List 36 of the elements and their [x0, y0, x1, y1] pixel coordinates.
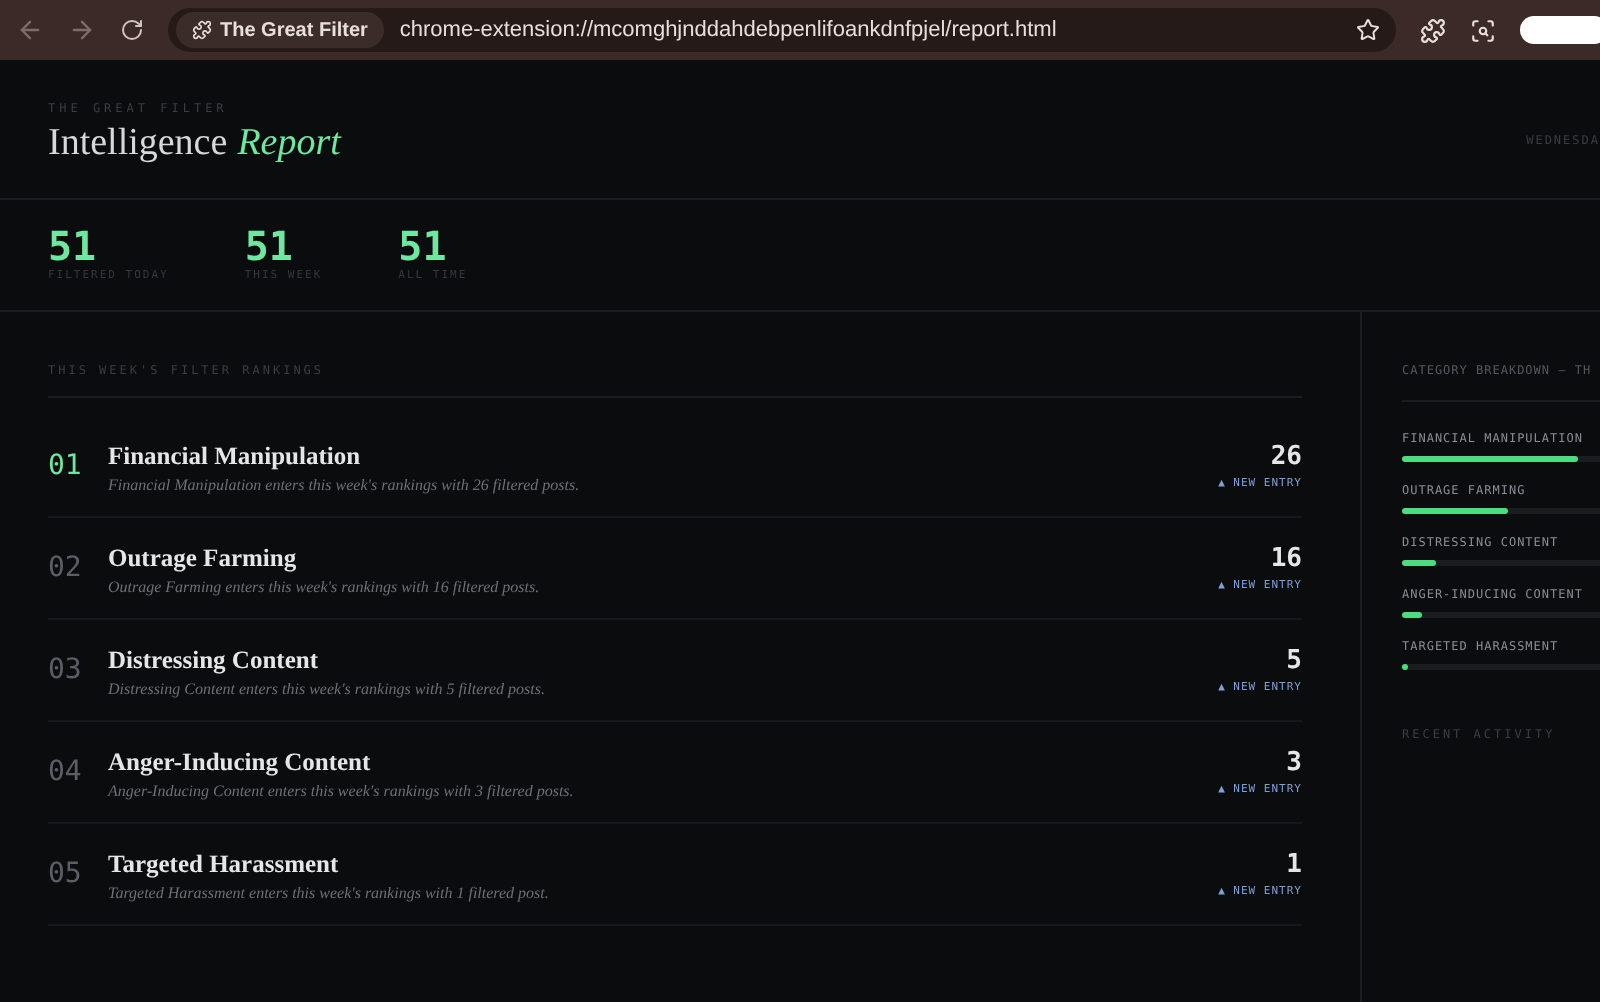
- category-description: Targeted Harassment enters this week's rankings with 1 filtered post.: [108, 882, 551, 906]
- category-description: Outrage Farming enters this week's rankings with 16 filtered posts.: [108, 576, 542, 600]
- stat-value: 51: [398, 224, 449, 268]
- category-name: Financial Manipulation: [108, 442, 363, 472]
- filtered-count: 16: [1270, 544, 1302, 574]
- reload-icon[interactable]: [120, 18, 144, 42]
- category-description: Financial Manipulation enters this week's rankings with 26 filtered posts.: [108, 474, 582, 498]
- address-bar[interactable]: The Great Filter chrome-extension://mcomghjnddahdebpenlifoankdnfpjel/report.html: [168, 8, 1396, 52]
- stat-value: 51: [244, 224, 295, 268]
- filtered-count: 5: [1286, 646, 1302, 676]
- category-name: Targeted Harassment: [108, 850, 341, 880]
- page-title-accent: Report: [237, 120, 341, 168]
- bookmark-star-icon[interactable]: [1356, 18, 1380, 42]
- category-description: Distressing Content enters this week's rankings with 5 filtered posts.: [108, 678, 547, 702]
- extensions-icon[interactable]: [1420, 17, 1446, 43]
- category-name: Distressing Content: [108, 646, 320, 676]
- rank-number: 04: [48, 754, 84, 792]
- back-icon[interactable]: [16, 16, 44, 44]
- filtered-count: 26: [1270, 442, 1302, 472]
- rank-number: 05: [48, 856, 84, 894]
- rank-number: 01: [48, 448, 84, 486]
- category-name: Anger-Inducing Content: [108, 748, 373, 778]
- forward-icon[interactable]: [68, 16, 96, 44]
- stat-value: 51: [48, 224, 99, 268]
- page-title: Intelligence: [48, 120, 228, 168]
- profile-placeholder[interactable]: [1520, 16, 1600, 44]
- filtered-count: 1: [1286, 850, 1302, 880]
- url-text: chrome-extension://mcomghjnddahdebpenlifoankdnfpjel/report.html: [399, 15, 1059, 46]
- category-name: Outrage Farming: [108, 544, 299, 574]
- category-description: Anger-Inducing Content enters this week's rankings with 3 filtered posts.: [108, 780, 576, 804]
- extension-chip[interactable]: The Great Filter: [176, 12, 384, 48]
- filtered-count: 3: [1286, 748, 1302, 778]
- rank-number: 03: [48, 652, 84, 690]
- tab-search-icon[interactable]: [1470, 17, 1496, 43]
- rank-number: 02: [48, 550, 84, 588]
- extension-icon: [192, 20, 212, 40]
